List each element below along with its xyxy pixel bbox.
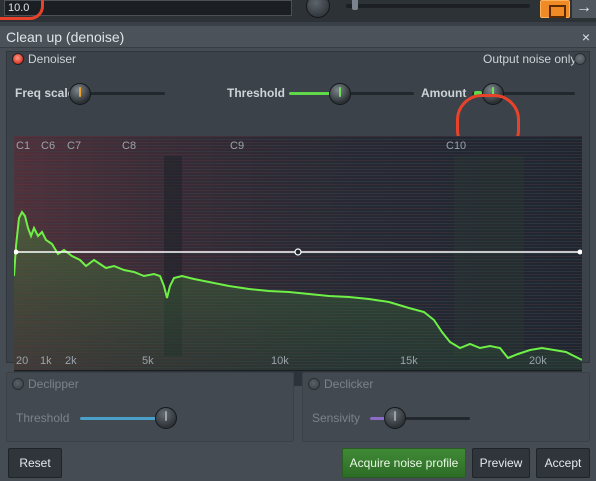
declipper-threshold-label: Threshold — [16, 411, 70, 425]
top-slider-thumb[interactable] — [352, 0, 358, 10]
declipper-enable-led[interactable] — [12, 378, 24, 390]
amount-label: Amount — [421, 86, 467, 100]
note-label: C9 — [230, 140, 245, 152]
freq-scale-knob[interactable] — [69, 83, 91, 105]
freq-label: 15k — [400, 355, 418, 367]
accept-button[interactable]: Accept — [536, 448, 590, 478]
threshold-handle-mid — [294, 248, 302, 256]
note-label: C7 — [67, 140, 82, 152]
value-field[interactable]: 10.0 — [4, 0, 292, 16]
title-bar: Clean up (denoise) × — [0, 26, 596, 48]
close-icon[interactable]: × — [582, 29, 590, 45]
acquire-noise-profile-button[interactable]: Acquire noise profile — [342, 448, 466, 478]
declipper-threshold-fill — [80, 417, 156, 420]
knob-needle — [394, 411, 396, 421]
note-label: C8 — [122, 140, 137, 152]
denoiser-enable-led[interactable] — [12, 53, 24, 65]
threshold-label: Threshold — [227, 86, 286, 100]
note-label: C6 — [41, 140, 56, 152]
output-noise-only-toggle[interactable] — [574, 53, 586, 65]
declicker-enable-led[interactable] — [308, 378, 320, 390]
amount-knob[interactable] — [482, 83, 504, 105]
freq-scale-label: Freq scale — [15, 86, 75, 100]
top-toolbar: 10.0 → — [0, 0, 596, 22]
freq-label: 1k — [40, 355, 52, 367]
amount-slider-fill — [474, 91, 482, 96]
denoise-dialog: Clean up (denoise) × Denoiser Output noi… — [0, 26, 596, 481]
dialog-title: Clean up (denoise) — [6, 29, 125, 45]
note-label: C1 — [16, 140, 31, 152]
knob-needle — [79, 87, 81, 97]
declipper-threshold-knob[interactable] — [155, 407, 177, 429]
declipper-label: Declipper — [28, 377, 79, 391]
denoiser-label: Denoiser — [28, 52, 77, 66]
declicker-label: Declicker — [324, 377, 374, 391]
spectrum-display[interactable]: C1 C6 C7 C8 C9 C10 20 1k 2k 5k 10k 15k 2… — [14, 136, 582, 370]
knob-needle — [165, 411, 167, 421]
freq-label: 20 — [16, 355, 29, 367]
knob-needle — [339, 87, 341, 97]
declicker-sensivity-knob[interactable] — [384, 407, 406, 429]
top-slider-track[interactable] — [346, 4, 530, 8]
output-noise-only-label: Output noise only — [483, 52, 577, 66]
top-knob[interactable] — [306, 0, 330, 18]
freq-label: 5k — [142, 355, 154, 367]
arrow-right-icon[interactable]: → — [572, 0, 596, 18]
reset-button[interactable]: Reset — [8, 448, 62, 478]
note-label: C10 — [446, 140, 467, 152]
knob-needle — [492, 87, 494, 97]
freq-label: 10k — [271, 355, 289, 367]
freq-label: 20k — [529, 355, 547, 367]
freq-label: 2k — [65, 355, 77, 367]
threshold-slider-fill — [289, 92, 333, 95]
declicker-sensivity-label: Sensivity — [312, 411, 361, 425]
preview-button[interactable]: Preview — [472, 448, 530, 478]
editor-toggle-button[interactable] — [540, 0, 570, 18]
spectrum-graph — [14, 136, 582, 370]
threshold-knob[interactable] — [329, 83, 351, 105]
